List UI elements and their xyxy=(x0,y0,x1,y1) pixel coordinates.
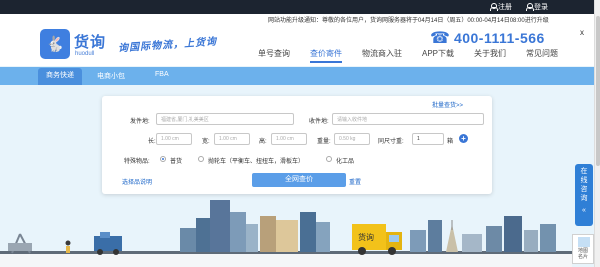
chemical-label: 化工品 xyxy=(336,159,355,165)
ship-to-input[interactable]: 请输入收件地 xyxy=(332,113,484,125)
tab-business-express[interactable]: 商务快递 xyxy=(38,68,82,85)
login-label: 登录 xyxy=(534,4,548,11)
same-size-input[interactable]: 1 xyxy=(412,133,444,145)
reset-link[interactable]: 重置 xyxy=(349,177,361,186)
ship-from-label: 发件地: xyxy=(130,119,150,125)
ship-from-input[interactable]: 福建省,厦门,礼美美区 xyxy=(156,113,294,125)
ship-to-label: 收件地: xyxy=(309,119,329,125)
tab-fba[interactable]: FBA xyxy=(155,71,169,78)
nav-carrier-join[interactable]: 物流商入驻 xyxy=(362,48,402,63)
online-consult-widget[interactable]: 在 线 咨 询 « xyxy=(575,164,593,226)
weight-unit: kg xyxy=(350,136,356,142)
nav-price-ship[interactable]: 查价寄件 xyxy=(310,48,342,63)
logo-mark[interactable]: 🐇 xyxy=(40,29,70,59)
nav-about[interactable]: 关于我们 xyxy=(474,48,506,63)
skyline-left xyxy=(180,200,330,252)
length-input[interactable]: 1.00 cm xyxy=(156,133,192,145)
height-label: 高: xyxy=(259,139,267,145)
same-size-unit: 箱 xyxy=(447,139,454,145)
consult-char-4: 询 xyxy=(580,195,588,202)
width-unit: cm xyxy=(230,136,237,142)
main-nav: 单号查询 查价寄件 物流商入驻 APP下载 关于我们 常见问题 xyxy=(258,48,558,63)
consult-char-1: 在 xyxy=(580,168,588,175)
general-goods-label: 普货 xyxy=(170,159,183,165)
consult-char-2: 线 xyxy=(580,177,588,184)
price-query-form: 批量查货>> 发件地: 福建省,厦门,礼美美区 收件地: 请输入收件地 长: 1… xyxy=(102,96,492,194)
search-price-button[interactable]: 全网查价 xyxy=(252,173,346,187)
truck-brand-label: 货询 xyxy=(358,232,374,242)
height-unit: cm xyxy=(287,136,294,142)
phone-icon: ☎ xyxy=(430,30,450,47)
chevron-left-icon: « xyxy=(582,207,586,214)
ground xyxy=(0,253,572,267)
height-placeholder: 1.00 xyxy=(276,136,286,142)
width-label: 宽: xyxy=(202,139,210,145)
scrollbar-thumb[interactable] xyxy=(596,16,600,166)
length-placeholder: 1.00 xyxy=(161,136,171,142)
close-icon[interactable]: x xyxy=(580,28,584,37)
radio-balance-vehicle[interactable] xyxy=(198,156,204,162)
user-icon xyxy=(490,3,498,11)
city-skyline-illustration: 货询 xyxy=(0,200,572,267)
yellow-delivery-truck: 货询 xyxy=(352,224,402,255)
height-input[interactable]: 1.00 cm xyxy=(271,133,307,145)
radio-general-goods[interactable] xyxy=(160,156,166,162)
add-package-button[interactable]: + xyxy=(459,134,468,143)
login-link[interactable]: 登录 xyxy=(526,2,548,12)
special-goods-label: 特殊物品: xyxy=(124,159,150,165)
bulk-query-link[interactable]: 批量查货>> xyxy=(432,100,463,109)
nav-faq[interactable]: 常见问题 xyxy=(526,48,558,63)
length-unit: cm xyxy=(172,136,179,142)
skyline-right xyxy=(410,216,556,252)
user-icon xyxy=(526,3,534,11)
upgrade-notice: 网站功能升级通知：尊敬的各位用户，货询网服务器将于04月14日（周五）00:00… xyxy=(0,14,600,24)
top-bar: 注册 登录 xyxy=(0,0,600,14)
weight-placeholder: 0.50 xyxy=(339,136,349,142)
goods-help-link[interactable]: 选择品说明 xyxy=(122,177,152,186)
account-links: 注册 登录 xyxy=(490,2,548,12)
map-card-line2: 名片 xyxy=(577,254,588,260)
width-input[interactable]: 1.00 cm xyxy=(214,133,250,145)
radio-chemical[interactable] xyxy=(326,156,332,162)
site-header: 🐇 货询 huodull 询国际物流，上货询 单号查询 查价寄件 物流商入驻 A… xyxy=(0,24,600,66)
hotline-number: 400-1111-566 xyxy=(453,30,545,46)
weight-label: 重量: xyxy=(317,139,331,145)
page-scrollbar[interactable] xyxy=(594,0,600,267)
service-tabs: 商务快递 电商小包 FBA xyxy=(0,67,600,85)
tab-ecommerce-parcel[interactable]: 电商小包 xyxy=(97,71,125,81)
map-card-widget[interactable]: 地图 名片 xyxy=(572,234,594,264)
same-size-label: 同尺寸重: xyxy=(378,139,404,145)
length-label: 长: xyxy=(148,139,156,145)
nav-app-download[interactable]: APP下载 xyxy=(422,48,454,63)
notice-text: 网站功能升级通知：尊敬的各位用户，货询网服务器将于04月14日（周五）00:00… xyxy=(268,18,549,24)
register-label: 注册 xyxy=(498,4,512,11)
nav-tracking[interactable]: 单号查询 xyxy=(258,48,290,63)
hotline: ☎ 400-1111-566 xyxy=(430,28,545,48)
width-placeholder: 1.00 xyxy=(219,136,229,142)
worker-figure xyxy=(65,240,71,253)
consult-char-3: 咨 xyxy=(580,186,588,193)
balance-vehicle-label: 抛轮车（平衡车、扭扭车，滑板车） xyxy=(208,159,305,165)
register-link[interactable]: 注册 xyxy=(490,2,512,12)
logo-name: 货询 xyxy=(74,34,107,51)
logo-subtitle: huodull xyxy=(75,51,95,57)
weight-input[interactable]: 0.50 kg xyxy=(334,133,370,145)
left-crane xyxy=(8,233,32,254)
slogan: 询国际物流，上货询 xyxy=(117,36,218,55)
